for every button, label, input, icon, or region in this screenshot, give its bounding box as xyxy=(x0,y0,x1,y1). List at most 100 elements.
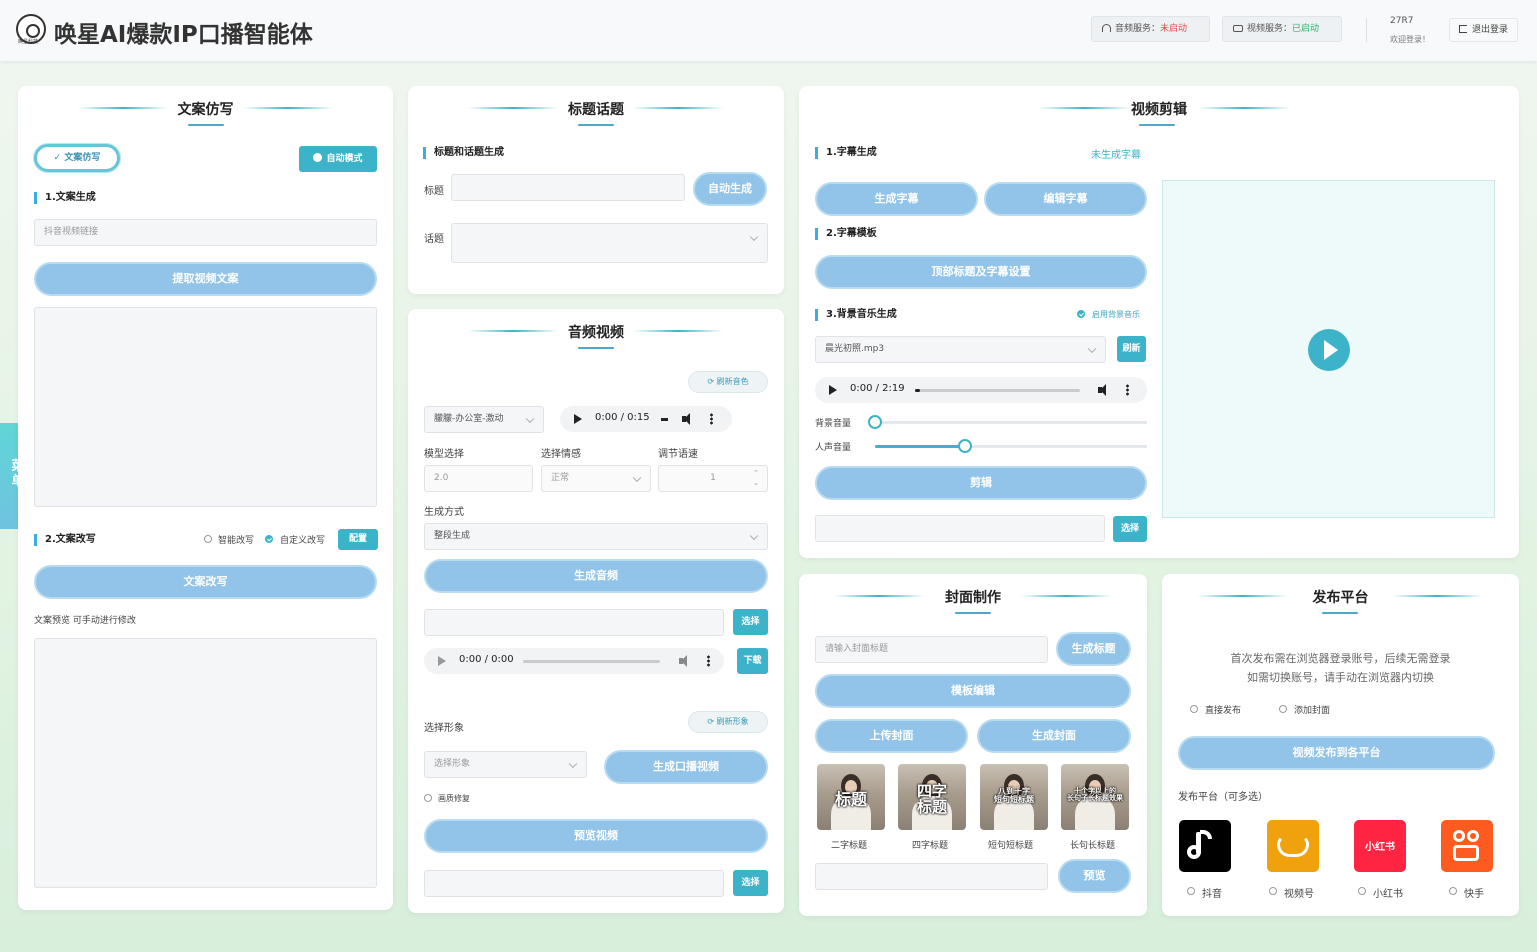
subtitle-settings-button[interactable]: 顶部标题及字幕设置 xyxy=(815,255,1147,289)
volume-icon[interactable] xyxy=(679,655,691,667)
voice-volume-slider[interactable] xyxy=(875,439,1147,453)
cover-thumb-two-char[interactable]: 标题 xyxy=(817,764,885,830)
refresh-bgm-button[interactable]: 刷新 xyxy=(1117,336,1146,362)
quality-fix-radio[interactable] xyxy=(424,794,432,802)
bgm-progress-track[interactable] xyxy=(915,389,1080,392)
gen-mode-value: 整段生成 xyxy=(434,531,471,541)
upload-cover-button[interactable]: 上传封面 xyxy=(815,719,968,753)
config-button[interactable]: 配置 xyxy=(338,529,378,550)
extract-copy-button[interactable]: 提取视频文案 xyxy=(34,262,377,296)
title-underline xyxy=(1139,124,1175,126)
play-icon[interactable] xyxy=(1308,329,1350,371)
cover-thumb-long[interactable]: 十个字以上的 长句子长标题效果 xyxy=(1061,764,1129,830)
douyin-icon[interactable] xyxy=(1179,820,1231,872)
edit-subtitle-button[interactable]: 编辑字幕 xyxy=(984,182,1147,216)
cover-title-input[interactable]: 请输入封面标题 xyxy=(815,636,1048,663)
audio-service-label: 音频服务： xyxy=(1115,24,1161,34)
topic-select[interactable] xyxy=(451,223,768,263)
direct-publish-radio[interactable] xyxy=(1190,705,1198,713)
bgm-volume-slider[interactable] xyxy=(868,415,1147,429)
copy-preview-textarea[interactable] xyxy=(34,638,377,888)
xiaohongshu-checkbox[interactable] xyxy=(1358,887,1366,895)
more-icon[interactable] xyxy=(710,413,713,425)
generate-subtitle-button[interactable]: 生成字幕 xyxy=(815,182,978,216)
generate-cover-button[interactable]: 生成封面 xyxy=(977,719,1131,753)
title-input[interactable] xyxy=(451,174,685,201)
slider-knob[interactable] xyxy=(868,415,882,429)
channels-icon[interactable] xyxy=(1267,820,1319,872)
preview-cover-button[interactable]: 预览 xyxy=(1058,859,1131,893)
refresh-voice-button[interactable]: ⟳ 刷新音色 xyxy=(688,371,768,393)
xiaohongshu-icon[interactable]: 小红书 xyxy=(1354,820,1406,872)
stepper-arrows-icon[interactable]: ⌃ ⌄ xyxy=(753,468,759,488)
gen-mode-select[interactable]: 整段生成 xyxy=(424,523,768,550)
more-icon[interactable] xyxy=(707,655,710,667)
play-icon[interactable] xyxy=(438,656,446,666)
auto-mode-button[interactable]: 自动模式 xyxy=(299,146,377,172)
video-link-input[interactable]: 抖音视频链接 xyxy=(34,219,377,246)
select-audio-button[interactable]: 选择 xyxy=(733,609,768,635)
play-icon[interactable] xyxy=(574,414,582,424)
volume-icon[interactable] xyxy=(1098,384,1110,396)
play-icon[interactable] xyxy=(829,385,837,395)
rewrite-button[interactable]: 文案改写 xyxy=(34,565,377,599)
preview-video-button[interactable]: 预览视频 xyxy=(424,819,768,853)
select-edit-file-button[interactable]: 选择 xyxy=(1113,516,1147,542)
logout-button[interactable]: 退出登录 xyxy=(1449,18,1519,42)
title-underline xyxy=(955,612,991,614)
audio-progress-track[interactable] xyxy=(523,660,660,663)
speed-value: 1 xyxy=(710,473,716,483)
enable-bgm-checkbox[interactable] xyxy=(1077,310,1085,318)
auto-generate-button[interactable]: 自动生成 xyxy=(693,172,767,206)
chevron-down-icon xyxy=(525,414,535,423)
section-title: 2.文案改写 xyxy=(34,534,96,546)
section-title: 标题和话题生成 xyxy=(423,147,504,159)
extracted-copy-textarea[interactable] xyxy=(34,307,377,507)
audio-file-input[interactable] xyxy=(424,609,724,636)
slider-fill xyxy=(875,445,965,448)
refresh-avatar-button[interactable]: ⟳ 刷新形象 xyxy=(688,711,768,733)
custom-rewrite-label: 自定义改写 xyxy=(280,536,326,546)
template-edit-button[interactable]: 模板编辑 xyxy=(815,674,1131,708)
video-preview-player[interactable] xyxy=(1162,180,1495,518)
refresh-avatar-label: 刷新形象 xyxy=(716,717,749,726)
voice-select[interactable]: 朦朦-办公室-激动 xyxy=(424,406,544,433)
douyin-checkbox[interactable] xyxy=(1187,887,1195,895)
slider-knob[interactable] xyxy=(957,439,972,453)
publish-button[interactable]: 视频发布到各平台 xyxy=(1178,736,1495,770)
add-cover-radio[interactable] xyxy=(1279,705,1287,713)
generated-audio-player[interactable]: 0:00 / 0:00 xyxy=(424,648,724,674)
kuaishou-checkbox[interactable] xyxy=(1449,887,1457,895)
voice-audio-player[interactable]: 0:00 / 0:15 xyxy=(560,406,732,432)
kuaishou-icon[interactable] xyxy=(1441,820,1493,872)
select-video-button[interactable]: 选择 xyxy=(733,870,768,896)
custom-rewrite-radio[interactable] xyxy=(265,535,273,543)
download-button[interactable]: 下载 xyxy=(737,648,768,674)
bgm-audio-player[interactable]: 0:00 / 2:19 xyxy=(815,377,1147,403)
emotion-select[interactable]: 正常 xyxy=(541,465,651,492)
volume-icon[interactable] xyxy=(682,413,694,425)
smart-rewrite-radio[interactable] xyxy=(204,535,212,543)
generate-title-button[interactable]: 生成标题 xyxy=(1056,632,1131,666)
channels-checkbox[interactable] xyxy=(1269,887,1277,895)
bgm-select[interactable]: 晨光初照.mp3 xyxy=(815,336,1106,363)
more-icon[interactable] xyxy=(1126,384,1129,396)
publish-card: 发布平台 首次发布需在浏览器登录账号，后续无需登录 如需切换账号，请手动在浏览器… xyxy=(1162,574,1519,916)
edit-video-button[interactable]: 剪辑 xyxy=(815,466,1147,500)
edit-file-input[interactable] xyxy=(815,515,1105,542)
cover-thumb-short[interactable]: 八到十字 短句短标题 xyxy=(980,764,1048,830)
video-file-input[interactable] xyxy=(424,870,724,897)
speed-stepper[interactable]: 1 ⌃ ⌄ xyxy=(658,465,768,492)
audio-video-card: 音频视频 ⟳ 刷新音色 朦朦-办公室-激动 0:00 / 0:15 模型选择 选… xyxy=(408,309,784,913)
cover-thumb-four-char[interactable]: 四字 标题 xyxy=(898,764,966,830)
avatar-select[interactable]: 选择形象 xyxy=(424,751,587,778)
gen-mode-label: 生成方式 xyxy=(424,507,464,518)
cover-file-input[interactable] xyxy=(815,863,1048,890)
smart-rewrite-label: 智能改写 xyxy=(218,536,255,546)
model-select[interactable]: 2.0 xyxy=(424,465,533,492)
generate-audio-button[interactable]: 生成音频 xyxy=(424,559,768,593)
top-header: 唤星科技 唤星AI爆款IP口播智能体 音频服务：未启动 视频服务：已启动 27R… xyxy=(0,0,1537,61)
logout-label: 退出登录 xyxy=(1472,25,1509,35)
generate-video-button[interactable]: 生成口播视频 xyxy=(604,750,768,784)
copywriting-tab[interactable]: ✓ 文案仿写 xyxy=(34,144,120,172)
